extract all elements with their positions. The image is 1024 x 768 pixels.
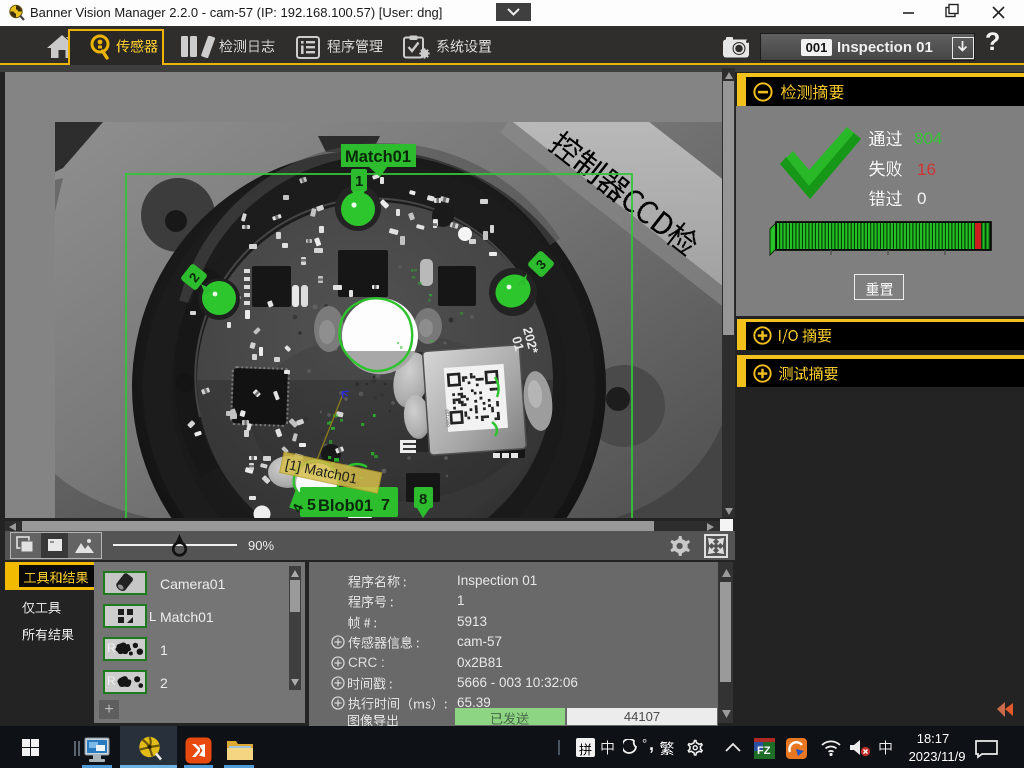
svg-text:Blob01: Blob01: [318, 497, 373, 515]
svg-text:1: 1: [355, 173, 363, 190]
svg-text:8: 8: [419, 491, 427, 508]
svg-text:Match01: Match01: [345, 148, 411, 166]
svg-text:7: 7: [381, 497, 390, 514]
svg-text:5: 5: [307, 497, 316, 514]
svg-text:FZ: FZ: [757, 745, 771, 757]
